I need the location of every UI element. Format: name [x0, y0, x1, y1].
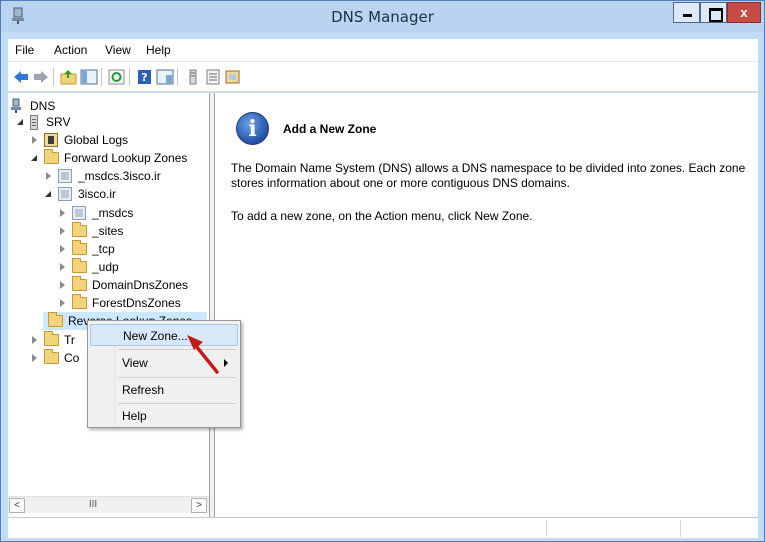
svg-text:?: ? — [141, 71, 147, 84]
status-cell — [546, 520, 680, 537]
zone-icon[interactable] — [224, 69, 242, 85]
tree-label: Forward Lookup Zones — [64, 151, 188, 165]
forward-arrow-icon[interactable] — [32, 69, 50, 85]
folder-icon — [48, 312, 63, 327]
tree-label: _tcp — [92, 242, 115, 256]
toolbar-separator — [129, 68, 130, 86]
list-icon[interactable] — [204, 69, 222, 85]
tree-label: _msdcs — [92, 206, 134, 220]
expand-arrow-icon[interactable] — [30, 136, 39, 145]
tree-horizontal-scrollbar[interactable]: < III > — [8, 496, 209, 513]
back-arrow-icon[interactable] — [12, 69, 30, 85]
toolbar-separator — [177, 68, 178, 86]
folder-icon — [72, 258, 87, 273]
menu-action[interactable]: Action — [54, 43, 87, 57]
folder-icon — [72, 276, 87, 291]
zone-icon — [72, 206, 86, 220]
toolbar: ? — [8, 61, 758, 91]
status-bar — [8, 517, 758, 538]
tree-label: _msdcs.3isco.ir — [78, 169, 161, 183]
event-log-icon — [44, 133, 58, 147]
collapse-arrow-icon[interactable] — [30, 154, 39, 163]
context-menu-separator — [118, 377, 236, 378]
folder-icon — [72, 240, 87, 255]
expand-arrow-icon[interactable] — [58, 299, 67, 308]
menu-file[interactable]: File — [15, 43, 34, 57]
menu-help[interactable]: Help — [146, 43, 171, 57]
result-instruction: To add a new zone, on the Action menu, c… — [231, 209, 533, 223]
expand-arrow-icon[interactable] — [44, 172, 53, 181]
scroll-right-button[interactable]: > — [191, 498, 207, 513]
tree-label: SRV — [46, 115, 71, 129]
dns-root-icon — [11, 98, 21, 113]
scroll-thumb[interactable]: III — [79, 499, 107, 511]
tree-label: Global Logs — [64, 133, 129, 147]
context-menu-help[interactable]: Help — [90, 405, 238, 427]
title-bar[interactable]: DNS Manager x — [1, 1, 764, 32]
refresh-icon[interactable] — [108, 69, 126, 85]
expand-arrow-icon[interactable] — [58, 263, 67, 272]
toolbar-separator — [101, 68, 102, 86]
expand-arrow-icon[interactable] — [30, 354, 39, 363]
annotation-arrow-icon — [187, 335, 219, 374]
tree-label: _udp — [92, 260, 119, 274]
folder-icon — [44, 149, 59, 164]
menu-view[interactable]: View — [105, 43, 131, 57]
tree-label: _sites — [92, 224, 124, 238]
status-cell — [680, 520, 758, 537]
expand-arrow-icon[interactable] — [58, 245, 67, 254]
result-heading: Add a New Zone — [283, 122, 377, 136]
submenu-arrow-icon — [224, 359, 228, 367]
context-menu-separator — [118, 403, 236, 404]
close-button[interactable]: x — [727, 2, 761, 23]
show-hide-tree-icon[interactable] — [80, 69, 98, 85]
collapse-arrow-icon[interactable] — [16, 118, 25, 127]
expand-arrow-icon[interactable] — [58, 227, 67, 236]
folder-icon — [44, 331, 59, 346]
minimize-button[interactable] — [673, 2, 700, 23]
server-icon[interactable] — [184, 69, 202, 85]
description-line: stores information about one or more con… — [231, 176, 570, 190]
description-line: The Domain Name System (DNS) allows a DN… — [231, 161, 746, 175]
console-tree[interactable]: DNS SRV Global Logs Forward Lookup Zones — [8, 93, 209, 518]
up-folder-icon[interactable] — [60, 69, 78, 85]
expand-arrow-icon[interactable] — [30, 336, 39, 345]
scroll-left-button[interactable]: < — [9, 498, 25, 513]
context-menu-refresh[interactable]: Refresh — [90, 379, 238, 401]
tree-label: ForestDnsZones — [92, 296, 181, 310]
folder-icon — [44, 349, 59, 364]
zone-icon — [58, 187, 72, 201]
tree-label: Tr — [64, 333, 75, 347]
tree-label: DomainDnsZones — [92, 278, 189, 292]
result-description: The Domain Name System (DNS) allows a DN… — [231, 161, 751, 191]
tree-label: 3isco.ir — [78, 187, 117, 201]
expand-arrow-icon[interactable] — [58, 209, 67, 218]
maximize-button[interactable] — [700, 2, 727, 23]
zone-icon — [58, 169, 72, 183]
info-icon — [236, 112, 269, 145]
help-icon[interactable]: ? — [136, 69, 154, 85]
content-area: DNS SRV Global Logs Forward Lookup Zones — [8, 92, 758, 518]
server-icon — [30, 115, 38, 130]
expand-arrow-icon[interactable] — [58, 281, 67, 290]
dns-manager-window: DNS Manager x File Action View Help ? DN… — [0, 0, 765, 542]
toolbar-separator — [53, 68, 54, 86]
properties-icon[interactable] — [156, 69, 174, 85]
context-menu-label: View — [122, 356, 148, 370]
folder-icon — [72, 222, 87, 237]
window-title: DNS Manager — [331, 8, 434, 26]
result-pane: Add a New Zone The Domain Name System (D… — [215, 93, 758, 518]
collapse-arrow-icon[interactable] — [44, 190, 53, 199]
folder-icon — [72, 294, 87, 309]
menu-bar: File Action View Help — [8, 39, 758, 61]
tree-label: Co — [64, 351, 80, 365]
